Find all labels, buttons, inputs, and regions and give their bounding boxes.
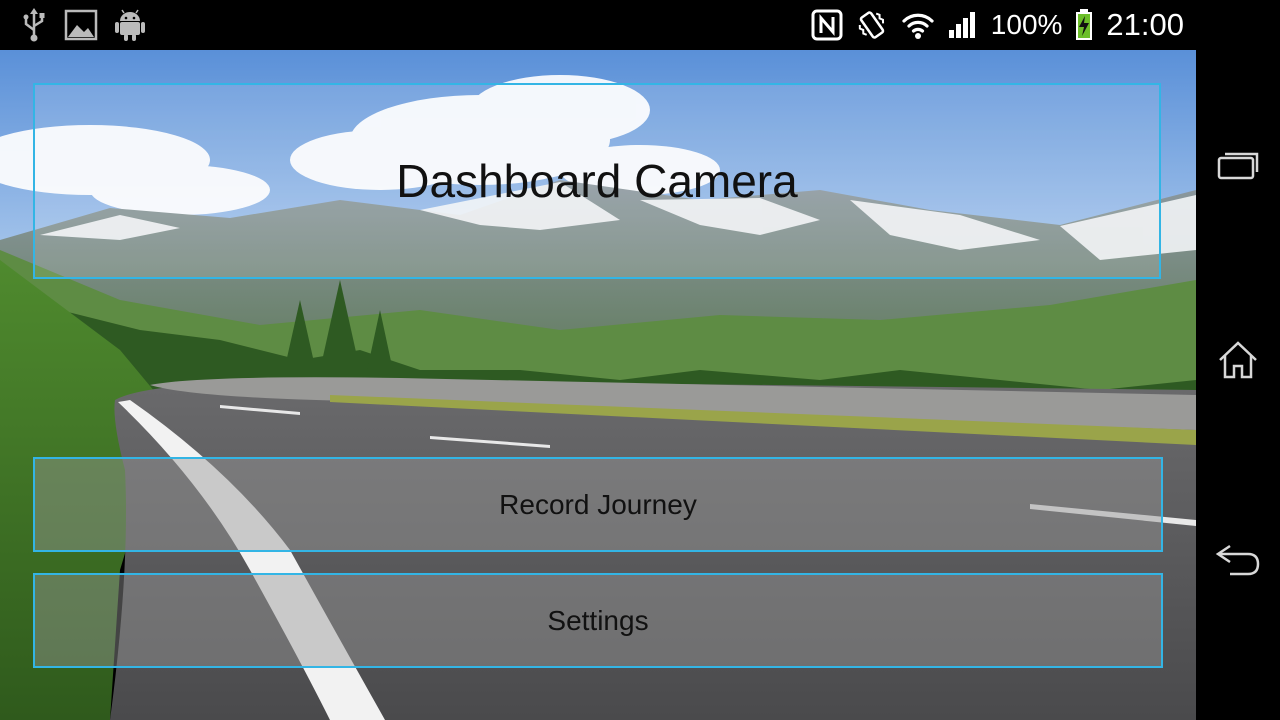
recent-apps-button[interactable] <box>1196 120 1280 210</box>
app-content: Dashboard Camera Record Journey Settings <box>0 50 1196 720</box>
clock: 21:00 <box>1106 7 1184 42</box>
navigation-bar <box>1196 0 1280 720</box>
recent-apps-icon <box>1217 152 1259 180</box>
nfc-icon <box>811 9 843 41</box>
notification-icons <box>20 0 146 50</box>
back-button[interactable] <box>1196 515 1280 605</box>
settings-label: Settings <box>547 604 649 636</box>
battery-percent: 100% <box>990 9 1063 40</box>
home-icon <box>1219 341 1257 379</box>
image-icon <box>64 9 98 41</box>
app-title: Dashboard Camera <box>396 155 798 207</box>
title-panel: Dashboard Camera <box>33 83 1161 279</box>
record-journey-button[interactable]: Record Journey <box>33 457 1163 552</box>
record-journey-label: Record Journey <box>499 488 697 520</box>
status-bar: 100% 21:00 <box>0 0 1196 50</box>
android-icon <box>115 9 145 41</box>
back-icon <box>1215 544 1260 576</box>
battery-charging-icon <box>1076 9 1093 40</box>
wifi-icon <box>902 13 934 39</box>
vibrate-icon <box>858 11 885 39</box>
usb-icon <box>23 8 45 42</box>
settings-button[interactable]: Settings <box>33 573 1163 668</box>
signal-icon <box>948 12 975 38</box>
system-status-icons: 100% 21:00 <box>811 0 1184 50</box>
home-button[interactable] <box>1196 315 1280 405</box>
phone-screen: 100% 21:00 Dashboard Camera Record Journ… <box>0 0 1280 720</box>
